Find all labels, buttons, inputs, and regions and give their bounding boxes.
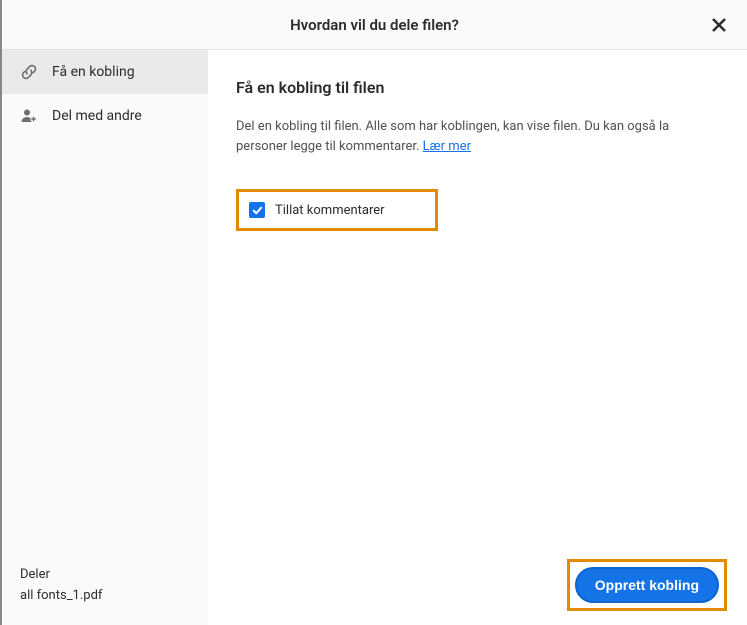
main-panel: Få en kobling til filen Del en kobling t… <box>208 50 747 625</box>
create-link-highlight: Opprett kobling <box>567 559 727 611</box>
sidebar-item-get-link[interactable]: Få en kobling <box>2 50 208 94</box>
sidebar-footer: Deler all fonts_1.pdf <box>20 565 190 607</box>
allow-comments-label: Tillat kommentarer <box>275 203 385 218</box>
sidebar: Få en kobling Del med andre Deler all fo… <box>2 50 208 625</box>
close-button[interactable] <box>707 13 731 37</box>
allow-comments-highlight: Tillat kommentarer <box>236 189 438 231</box>
checkmark-icon <box>252 205 263 216</box>
sidebar-item-label: Få en kobling <box>52 64 135 80</box>
dialog-header: Hvordan vil du dele filen? <box>2 0 747 50</box>
panel-heading: Få en kobling til filen <box>236 78 719 97</box>
person-add-icon <box>20 107 38 125</box>
allow-comments-checkbox[interactable] <box>249 202 265 218</box>
panel-description: Del en kobling til filen. Alle som har k… <box>236 117 716 157</box>
link-icon <box>20 63 38 81</box>
share-filename: all fonts_1.pdf <box>20 586 190 607</box>
sidebar-item-share-others[interactable]: Del med andre <box>2 94 208 138</box>
sidebar-item-label: Del med andre <box>52 108 142 124</box>
dialog-title: Hvordan vil du dele filen? <box>290 16 459 34</box>
learn-more-link[interactable]: Lær mer <box>423 139 471 154</box>
create-link-button[interactable]: Opprett kobling <box>575 567 719 603</box>
close-icon <box>712 18 726 32</box>
share-status-label: Deler <box>20 565 190 586</box>
